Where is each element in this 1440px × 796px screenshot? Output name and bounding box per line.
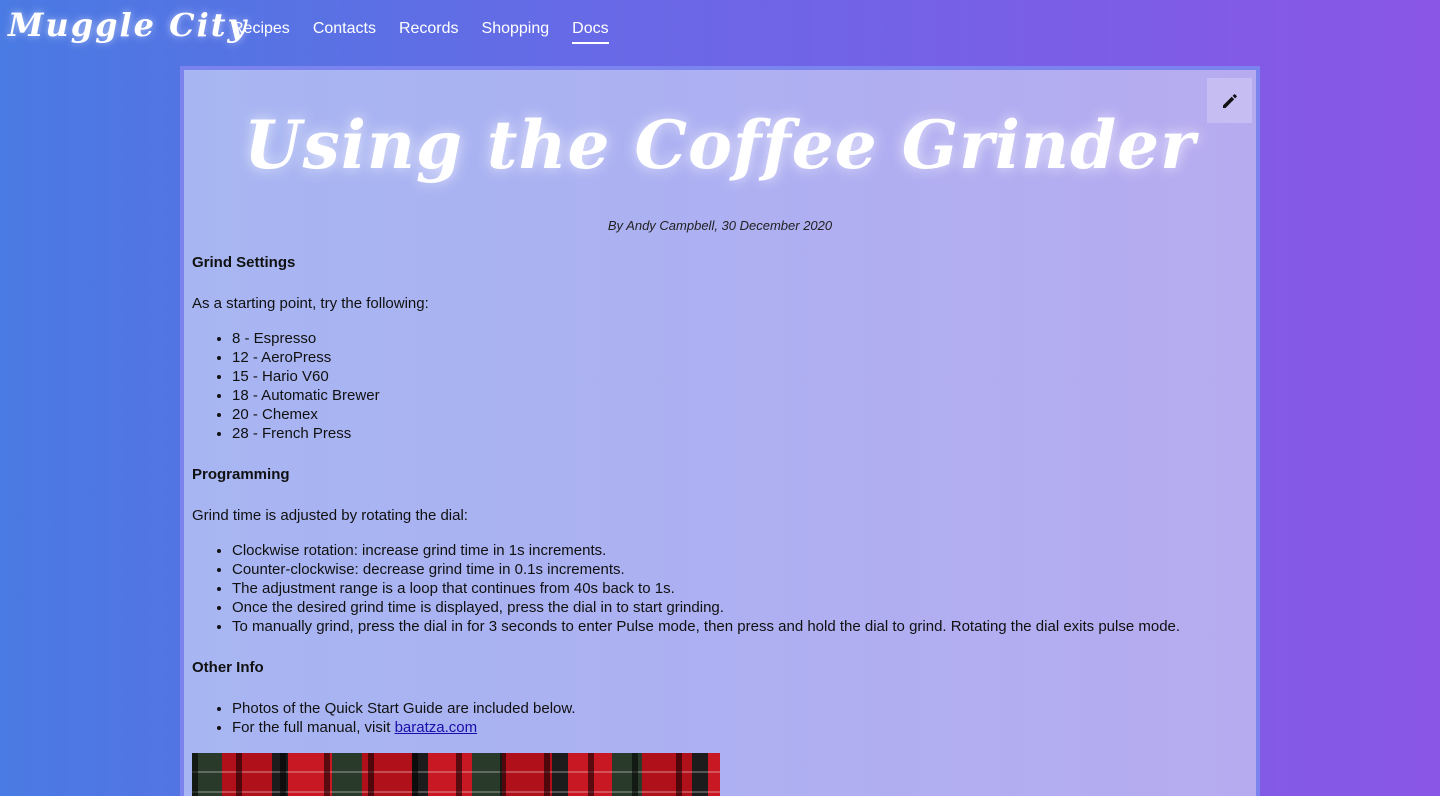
list-item: 20 - Chemex <box>232 405 1248 424</box>
nav-records[interactable]: Records <box>399 20 459 44</box>
quick-start-guide-photo[interactable] <box>192 753 720 796</box>
nav-docs[interactable]: Docs <box>572 20 609 44</box>
grind-intro: As a starting point, try the following: <box>192 295 429 312</box>
list-item: 15 - Hario V60 <box>232 367 1248 386</box>
site-logo[interactable]: Muggle City <box>8 6 248 44</box>
other-info-list: Photos of the Quick Start Guide are incl… <box>192 699 1248 737</box>
baratza-link[interactable]: baratza.com <box>395 719 478 736</box>
nav-contacts[interactable]: Contacts <box>313 20 376 44</box>
list-item: Counter-clockwise: decrease grind time i… <box>232 560 1248 579</box>
list-item: 28 - French Press <box>232 424 1248 443</box>
nav-recipes[interactable]: Recipes <box>232 20 290 44</box>
section-heading-programming: Programming <box>192 466 290 483</box>
programming-intro: Grind time is adjusted by rotating the d… <box>192 507 468 524</box>
list-item: 18 - Automatic Brewer <box>232 386 1248 405</box>
grind-settings-list: 8 - Espresso 12 - AeroPress 15 - Hario V… <box>192 329 1248 443</box>
list-item: Photos of the Quick Start Guide are incl… <box>232 699 1248 718</box>
list-item: Clockwise rotation: increase grind time … <box>232 541 1248 560</box>
section-heading-other-info: Other Info <box>192 659 264 676</box>
doc-content: Grind Settings As a starting point, try … <box>192 253 1248 796</box>
byline: By Andy Campbell, 30 December 2020 <box>607 218 833 233</box>
list-item: For the full manual, visit baratza.com <box>232 718 1248 737</box>
main-nav: Recipes Contacts Records Shopping Docs <box>232 20 609 44</box>
nav-shopping[interactable]: Shopping <box>482 20 550 44</box>
manual-link-prefix: For the full manual, visit <box>232 719 395 736</box>
page-title: Using the Coffee Grinder <box>244 106 1196 184</box>
list-item: Once the desired grind time is displayed… <box>232 598 1248 617</box>
list-item: 8 - Espresso <box>232 329 1248 348</box>
list-item: 12 - AeroPress <box>232 348 1248 367</box>
list-item: To manually grind, press the dial in for… <box>232 617 1248 636</box>
top-navigation-bar: Muggle City Recipes Contacts Records Sho… <box>0 0 1440 62</box>
document-panel: Using the Coffee Grinder By Andy Campbel… <box>180 66 1260 796</box>
section-heading-grind-settings: Grind Settings <box>192 254 296 271</box>
programming-list: Clockwise rotation: increase grind time … <box>192 541 1248 636</box>
list-item: The adjustment range is a loop that cont… <box>232 579 1248 598</box>
